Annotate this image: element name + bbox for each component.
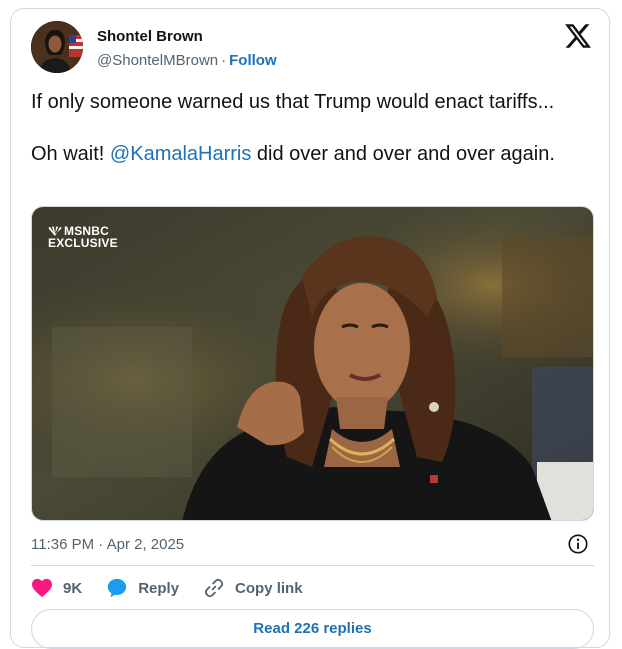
like-button[interactable]: 9K <box>31 578 82 598</box>
copy-link-button[interactable]: Copy link <box>203 577 303 599</box>
tweet-text: If only someone warned us that Trump wou… <box>31 89 601 167</box>
reply-label: Reply <box>138 579 180 597</box>
tweet-line-2-prefix: Oh wait! <box>31 143 110 165</box>
tweet-line-2: Oh wait! @KamalaHarris did over and over… <box>31 141 601 167</box>
follow-button[interactable]: Follow <box>229 52 277 69</box>
peacock-logo-icon <box>48 226 62 236</box>
tweet-actions: 9K Reply Copy link <box>31 577 327 599</box>
heart-icon <box>32 578 52 598</box>
divider <box>31 565 594 566</box>
author-handle[interactable]: @ShontelMBrown <box>97 52 218 69</box>
reply-button[interactable]: Reply <box>106 577 179 599</box>
tweet-card: Shontel Brown @ShontelMBrown · Follow If o… <box>10 8 610 649</box>
like-count: 9K <box>63 579 83 597</box>
tweet-line-1: If only someone warned us that Trump wou… <box>31 91 555 113</box>
link-icon <box>204 578 224 598</box>
x-logo-icon[interactable] <box>565 23 591 49</box>
exclusive-label: EXCLUSIVE <box>48 236 118 250</box>
author-avatar[interactable] <box>31 21 83 73</box>
author-handle-row: @ShontelMBrown · Follow <box>97 52 277 69</box>
separator: · <box>221 52 227 69</box>
media-photo <box>32 207 593 520</box>
tweet-media-image[interactable]: MSNBC EXCLUSIVE <box>31 206 594 521</box>
author-name[interactable]: Shontel Brown <box>97 28 203 45</box>
read-replies-button[interactable]: Read 226 replies <box>31 609 594 649</box>
msnbc-badge: MSNBC EXCLUSIVE <box>48 225 118 249</box>
info-icon[interactable] <box>567 533 589 555</box>
copy-link-label: Copy link <box>235 579 303 597</box>
tweet-timestamp[interactable]: 11:36 PM · Apr 2, 2025 <box>31 536 184 553</box>
speech-bubble-icon <box>108 578 127 598</box>
mention-link[interactable]: @KamalaHarris <box>110 143 251 165</box>
tweet-line-2-suffix: did over and over and over again. <box>251 143 555 165</box>
